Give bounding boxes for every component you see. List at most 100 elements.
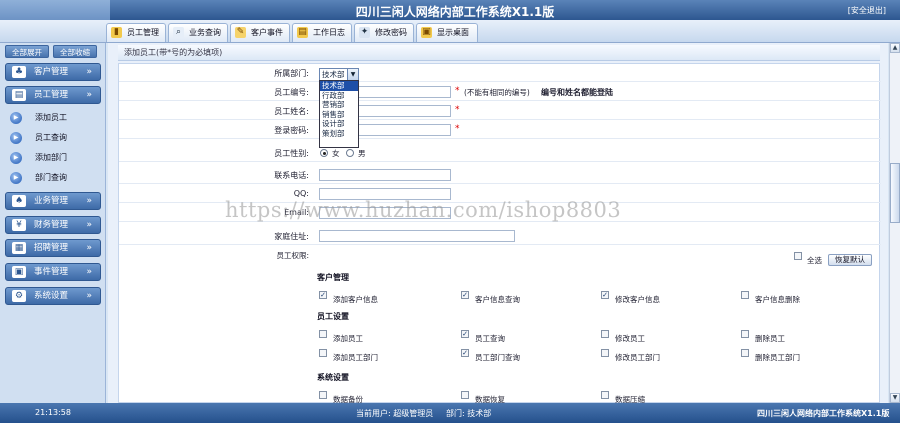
permission-checkbox[interactable] [601, 391, 609, 399]
row-gender: 员工性别: 女 男 [119, 144, 881, 162]
permission-label: 员工查询 [475, 334, 505, 343]
status-time: 21:13:58 [35, 408, 71, 417]
permission-checkbox[interactable] [741, 291, 749, 299]
vertical-scrollbar[interactable]: ▲ ▼ [889, 43, 900, 403]
tab-employee-management[interactable]: ▮ 员工管理 [106, 23, 166, 42]
chevron-right-icon: » [86, 67, 92, 77]
row-employee-number: 员工编号: * (不能有相同的编号) 编号和姓名都能登陆 [119, 83, 881, 101]
form-header: 添加员工(带*号的为必填项) [118, 45, 880, 61]
tab-bar: ▮ 员工管理 ⌕ 业务查询 ✎ 客户事件 ▤ 工作日志 ✦ 修改密码 ▣ 显示桌… [0, 20, 900, 43]
sidebar-menu-customers[interactable]: ♣ 客户管理 » [5, 63, 101, 81]
logout-link[interactable]: [安全退出] [848, 5, 886, 16]
chevron-right-icon: » [86, 291, 92, 301]
tab-business-query[interactable]: ⌕ 业务查询 [168, 23, 228, 42]
permission-checkbox[interactable] [319, 349, 327, 357]
permission-label: 修改员工 [615, 334, 645, 343]
address-label: 家庭住址: [274, 232, 309, 241]
sidebar-menu-recruitment[interactable]: ▦ 招聘管理 » [5, 239, 101, 257]
select-all-checkbox[interactable] [794, 252, 802, 260]
restore-default-button[interactable]: 恢复默认 [828, 254, 872, 266]
permission-checkbox[interactable]: ✓ [461, 349, 469, 357]
tab-label: 修改密码 [375, 28, 407, 37]
chevron-down-icon[interactable]: ▼ [347, 69, 358, 80]
menu-label: 财务管理 [34, 220, 69, 230]
permission-checkbox[interactable] [741, 349, 749, 357]
permission-group-title: 系统设置 [317, 373, 349, 382]
tab-change-password[interactable]: ✦ 修改密码 [354, 23, 414, 42]
phone-label: 联系电话: [274, 171, 309, 180]
desktop-icon: ▣ [421, 27, 432, 38]
permission-label: 添加员工 [333, 334, 363, 343]
submenu-employee-query[interactable]: ▶ 员工查询 [10, 131, 67, 145]
permission-label: 添加员工部门 [333, 353, 378, 362]
submenu-label: 添加员工 [35, 113, 67, 122]
permission-checkbox[interactable]: ✓ [319, 291, 327, 299]
chevron-right-icon: » [86, 243, 92, 253]
dropdown-option[interactable]: 设计部 [320, 119, 358, 129]
permission-checkbox[interactable] [319, 330, 327, 338]
permission-checkbox[interactable] [601, 330, 609, 338]
settings-icon: ⚙ [12, 290, 26, 302]
tab-customer-events[interactable]: ✎ 客户事件 [230, 23, 290, 42]
sidebar-menu-finance[interactable]: ¥ 财务管理 » [5, 216, 101, 234]
permission-checkbox[interactable]: ✓ [461, 291, 469, 299]
permission-checkbox[interactable] [741, 330, 749, 338]
finance-icon: ¥ [12, 219, 26, 231]
permission-label: 修改员工部门 [615, 353, 660, 362]
customer-icon: ✎ [235, 27, 246, 38]
collapse-all-button[interactable]: 全部收缩 [53, 45, 97, 58]
permission-label: 客户信息删除 [755, 295, 800, 304]
recruitment-icon: ▦ [12, 242, 26, 254]
gender-male-radio[interactable] [346, 149, 354, 157]
dropdown-option[interactable]: 技术部 [320, 81, 358, 91]
submenu-department-query[interactable]: ▶ 部门查询 [10, 171, 67, 185]
permissions-label: 员工权限: [276, 251, 309, 260]
employee-number-hint: (不能有相同的编号) [464, 88, 530, 97]
app-title: 四川三闲人网络内部工作系统X1.1版 [355, 5, 555, 19]
dropdown-option[interactable]: 行政部 [320, 91, 358, 101]
tab-show-desktop[interactable]: ▣ 显示桌面 [416, 23, 478, 42]
tab-work-log[interactable]: ▤ 工作日志 [292, 23, 352, 42]
qq-label: QQ: [293, 189, 309, 198]
sidebar-menu-events[interactable]: ▣ 事件管理 » [5, 263, 101, 281]
events-icon: ▣ [12, 266, 26, 278]
search-icon: ⌕ [173, 27, 184, 38]
dropdown-option[interactable]: 策划部 [320, 129, 358, 139]
address-input[interactable] [319, 230, 515, 242]
phone-input[interactable] [319, 169, 451, 181]
permission-checkbox[interactable] [461, 391, 469, 399]
permission-group-title: 客户管理 [317, 273, 349, 282]
permission-label: 添加客户信息 [333, 295, 378, 304]
scroll-down-icon[interactable]: ▼ [890, 393, 900, 403]
menu-label: 系统设置 [34, 291, 69, 301]
sidebar-menu-employees[interactable]: ▤ 员工管理 » [5, 86, 101, 104]
gender-label: 员工性别: [274, 149, 309, 158]
expand-all-button[interactable]: 全部展开 [5, 45, 49, 58]
employee-number-label: 员工编号: [274, 88, 309, 97]
permission-checkbox[interactable]: ✓ [461, 330, 469, 338]
submenu-add-employee[interactable]: ▶ 添加员工 [10, 111, 67, 125]
title-bar: 四川三闲人网络内部工作系统X1.1版 [安全退出] [0, 0, 900, 20]
login-hint: 编号和姓名都能登陆 [541, 88, 613, 97]
required-mark: * [455, 105, 460, 115]
dropdown-option[interactable]: 销售部 [320, 110, 358, 120]
submenu-label: 部门查询 [35, 173, 67, 182]
sidebar-menu-settings[interactable]: ⚙ 系统设置 » [5, 287, 101, 305]
menu-label: 客户管理 [34, 67, 69, 77]
dropdown-option[interactable]: 营销部 [320, 100, 358, 110]
row-employee-name: 员工姓名: * [119, 102, 881, 120]
submenu-label: 员工查询 [35, 133, 67, 142]
scroll-up-icon[interactable]: ▲ [890, 43, 900, 53]
permission-checkbox[interactable] [601, 349, 609, 357]
gender-female-radio[interactable] [320, 149, 328, 157]
select-all-label: 全选 [807, 256, 822, 265]
department-selected-value: 技术部 [322, 70, 345, 79]
sidebar-menu-business[interactable]: ♠ 业务管理 » [5, 192, 101, 210]
department-label: 所属部门: [274, 69, 309, 78]
permission-checkbox[interactable]: ✓ [601, 291, 609, 299]
add-employee-form: 所属部门: 技术部 ▼ 技术部 行政部 营销部 销售部 设计部 策划部 员工编号… [118, 63, 881, 404]
permission-checkbox[interactable] [319, 391, 327, 399]
scroll-thumb[interactable] [890, 163, 900, 223]
submenu-add-department[interactable]: ▶ 添加部门 [10, 151, 67, 165]
department-dropdown-list: 技术部 行政部 营销部 销售部 设计部 策划部 [319, 80, 359, 148]
